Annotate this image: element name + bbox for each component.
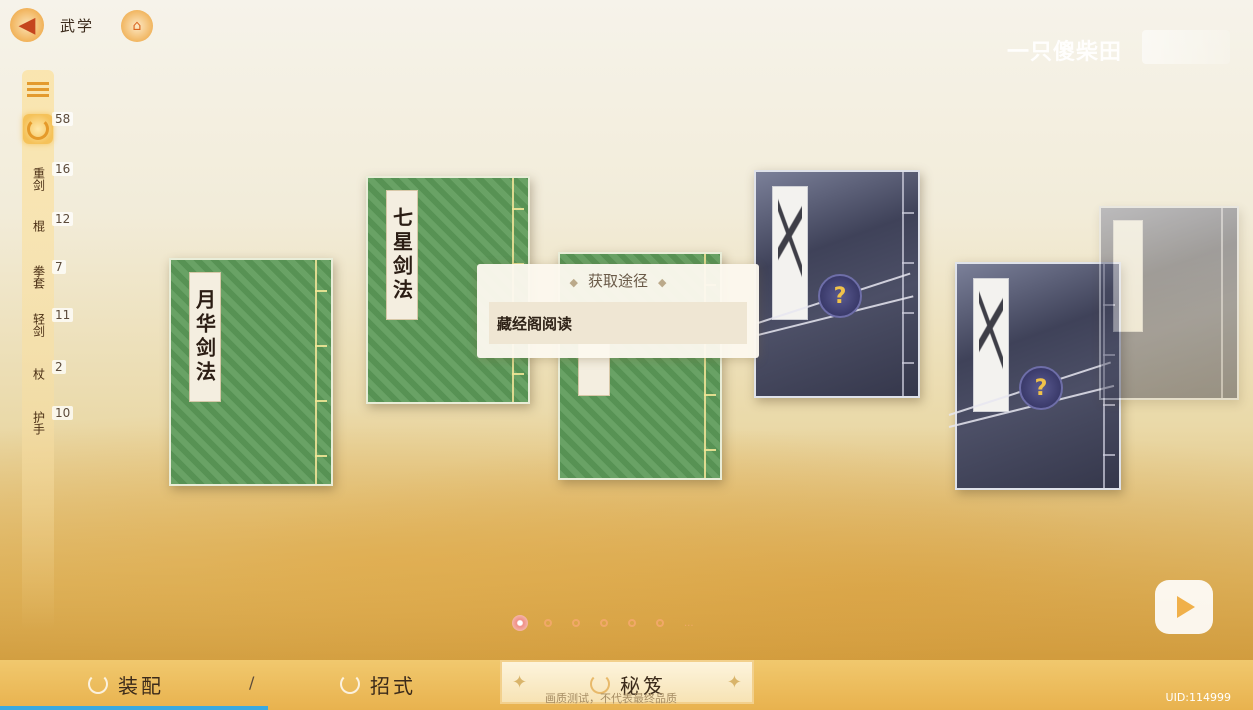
acquire-source-item[interactable]: 藏经阁阅读	[489, 302, 747, 344]
question-mark-icon: ?	[818, 274, 862, 318]
sidebar-count: 16	[52, 162, 74, 176]
locked-book-card[interactable]: ?	[754, 170, 920, 398]
sidebar: 58 重剑 16 棍 12 拳套 7 轻剑 11 杖 2 护手 10	[22, 70, 74, 630]
video-progress-bar[interactable]	[0, 706, 268, 710]
popup-title: ◆ 获取途径 ◆	[569, 272, 667, 290]
question-mark-icon: ?	[1019, 366, 1063, 410]
header: ◀ 武学	[10, 8, 94, 42]
book-label-calligraphy	[1113, 220, 1143, 332]
watermark-logo	[1142, 30, 1230, 64]
sidebar-item-label: 棍	[31, 220, 46, 232]
book-title: 七星剑法	[386, 190, 418, 320]
page-dot[interactable]	[572, 619, 580, 627]
acquire-source-label: 藏经阁阅读	[497, 314, 573, 333]
sidebar-count: 2	[52, 360, 66, 374]
acquire-popup: ◆ 获取途径 ◆ 藏经阁阅读	[477, 264, 759, 358]
sidebar-item-light-sword[interactable]: 轻剑 11	[22, 308, 74, 340]
diamond-icon: ◆	[569, 276, 578, 289]
book-title: 月华剑法	[189, 272, 221, 402]
page-title: 武学	[60, 16, 95, 35]
sidebar-count: 58	[52, 112, 74, 126]
pagination: ...	[512, 614, 694, 632]
sidebar-count: 7	[52, 260, 66, 274]
gear-ring-icon	[88, 674, 108, 694]
sidebar-count: 11	[52, 308, 74, 322]
tab-label: 招式	[370, 673, 416, 698]
sidebar-item-all[interactable]: 58	[22, 112, 74, 144]
tab-moves[interactable]: 招式	[340, 667, 416, 701]
sidebar-item-label: 轻剑	[31, 313, 46, 337]
home-icon[interactable]: ⌂	[121, 10, 153, 42]
page-dot[interactable]	[656, 619, 664, 627]
sidebar-item-label: 护手	[31, 411, 46, 435]
uid-label: UID:114999	[1165, 691, 1231, 704]
sidebar-item-label: 杖	[31, 368, 46, 380]
page-dot-active[interactable]	[512, 615, 528, 631]
diamond-icon: ◆	[658, 276, 667, 289]
watermark: 一只傻柴田	[1007, 40, 1123, 65]
book-label-calligraphy	[973, 278, 1009, 412]
gear-ring-icon	[340, 674, 360, 694]
book-card[interactable]: 月华剑法	[169, 258, 333, 486]
sidebar-count: 10	[52, 406, 74, 420]
book-label-calligraphy	[772, 186, 808, 320]
page-dot[interactable]	[628, 619, 636, 627]
locked-book-card[interactable]	[1099, 206, 1239, 400]
more-pages-indicator: ...	[684, 617, 694, 629]
page-dot[interactable]	[600, 619, 608, 627]
all-categories-icon	[23, 114, 53, 144]
sidebar-item-heavy-sword[interactable]: 重剑 16	[22, 162, 74, 194]
sidebar-item-staff[interactable]: 棍 12	[22, 212, 74, 238]
play-video-icon[interactable]	[1155, 580, 1213, 634]
sidebar-item-label: 重剑	[31, 167, 46, 191]
sidebar-item-label: 拳套	[31, 265, 46, 289]
sidebar-item-handguard[interactable]: 护手 10	[22, 406, 74, 438]
tab-divider: /	[249, 673, 255, 692]
sidebar-item-list[interactable]	[22, 78, 54, 102]
locked-book-card[interactable]: ?	[948, 262, 1121, 490]
quality-note: 画质测试，不代表最终品质	[545, 692, 677, 705]
list-icon	[27, 82, 49, 98]
tab-equip[interactable]: 装配	[88, 667, 164, 701]
page-dot[interactable]	[544, 619, 552, 627]
sidebar-count: 12	[52, 212, 74, 226]
sidebar-item-cane[interactable]: 杖 2	[22, 360, 66, 386]
tab-label: 装配	[118, 673, 164, 698]
sidebar-item-gauntlet[interactable]: 拳套 7	[22, 260, 66, 292]
back-arrow-icon[interactable]: ◀	[10, 8, 44, 42]
